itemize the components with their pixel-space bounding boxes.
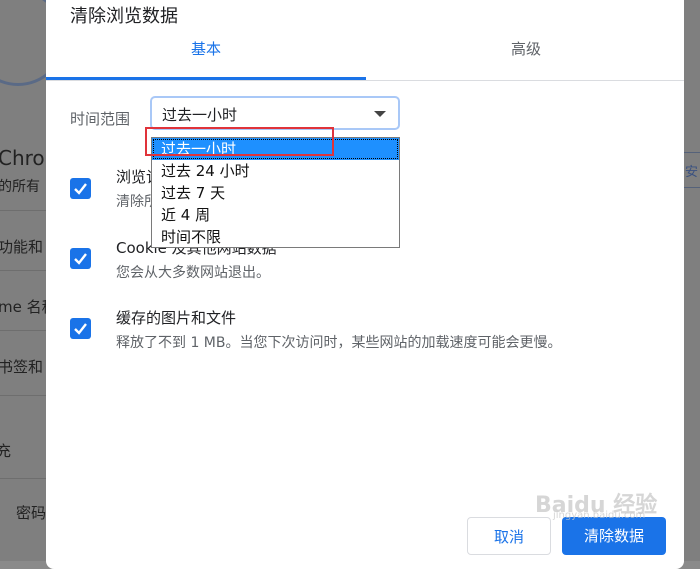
- checkmark-icon: [74, 183, 87, 195]
- dropdown-option-24h[interactable]: 过去 24 小时: [152, 160, 399, 182]
- cache-desc: 释放了不到 1 MB。当您下次访问时，某些网站的加载速度可能会更慢。: [116, 335, 562, 351]
- tab-basic[interactable]: 基本: [46, 38, 366, 59]
- bg-text-2: 的所有: [0, 179, 40, 195]
- dropdown-option-4w[interactable]: 近 4 周: [152, 204, 399, 226]
- cookies-desc: 您会从大多数网站退出。: [116, 265, 270, 281]
- bg-text-3: 功能和: [0, 238, 44, 256]
- cache-title: 缓存的图片和文件: [116, 309, 237, 327]
- bg-text-6: 充: [0, 442, 12, 460]
- time-range-label: 时间范围: [70, 110, 131, 128]
- dialog-title: 清除浏览数据: [70, 6, 178, 27]
- tab-advanced[interactable]: 高级: [366, 38, 686, 59]
- history-checkbox[interactable]: [70, 178, 91, 199]
- tab-divider: [46, 80, 684, 81]
- bg-text-7: 密码: [16, 504, 47, 522]
- dropdown-arrow-icon: [374, 111, 386, 117]
- cache-checkbox[interactable]: [70, 318, 91, 339]
- time-range-select[interactable]: 过去一小时: [150, 96, 400, 130]
- dropdown-option-7d[interactable]: 过去 7 天: [152, 182, 399, 204]
- dropdown-option-all[interactable]: 时间不限: [152, 226, 399, 248]
- clear-data-button[interactable]: 清除数据: [562, 517, 666, 555]
- bg-text-5: 书签和: [0, 358, 44, 376]
- annotation-highlight-box: [145, 127, 334, 156]
- watermark-sub: jingyan.baidu.com: [553, 510, 646, 521]
- cancel-button[interactable]: 取消: [467, 517, 551, 555]
- cookies-checkbox[interactable]: [70, 248, 91, 269]
- time-range-value: 过去一小时: [162, 106, 238, 124]
- checkmark-icon: [74, 323, 87, 335]
- clear-browsing-data-dialog: 清除浏览数据 基本 高级 时间范围 过去一小时 浏览记录 清除所有已登录设备上的…: [46, 0, 684, 569]
- checkmark-icon: [74, 253, 87, 265]
